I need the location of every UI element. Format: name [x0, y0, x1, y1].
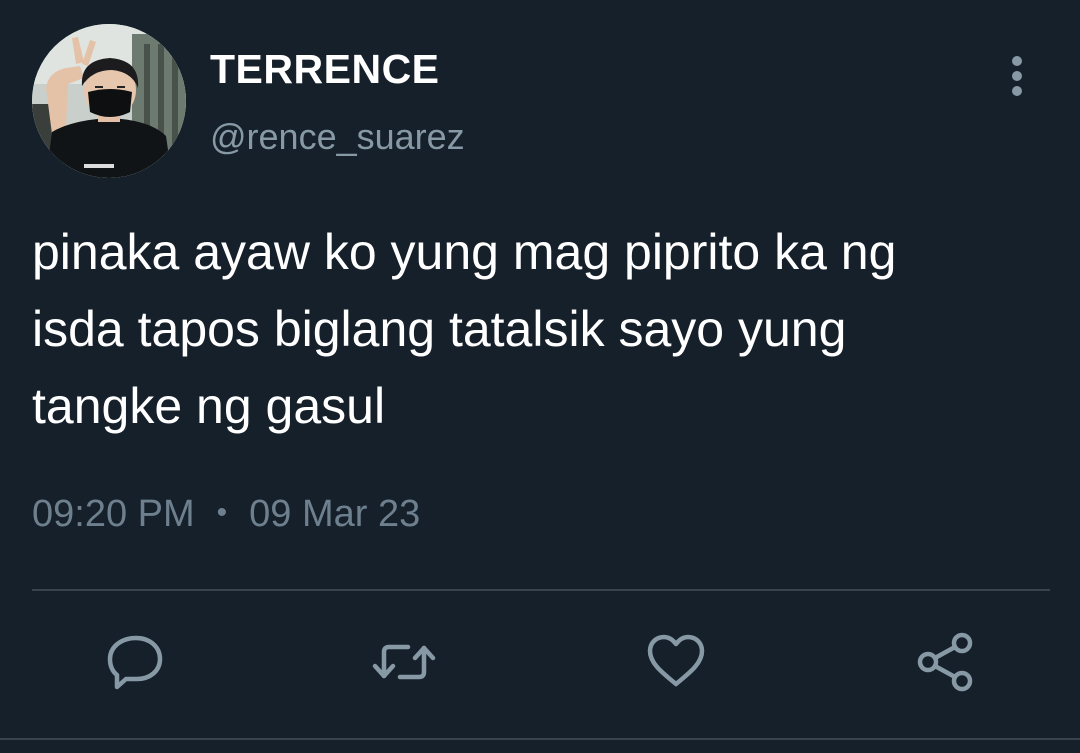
heart-icon	[647, 634, 705, 687]
tweet-date: 09 Mar 23	[249, 493, 421, 535]
tweet-time: 09:20 PM	[32, 493, 195, 535]
meta-separator: •	[216, 496, 228, 529]
like-button[interactable]	[644, 630, 708, 694]
more-vertical-icon	[1012, 56, 1022, 96]
avatar[interactable]	[32, 24, 186, 178]
tweet-text: pinaka ayaw ko yung mag piprito ka ng is…	[32, 224, 897, 434]
share-icon	[917, 632, 973, 692]
tweet-timestamp[interactable]: 09:20 PM • 09 Mar 23	[32, 488, 420, 539]
author-handle[interactable]: @rence_suarez	[210, 114, 465, 160]
share-button[interactable]	[914, 630, 978, 694]
reply-icon	[107, 635, 163, 690]
reply-button[interactable]	[104, 630, 168, 694]
tweet-card: TERRENCE @rence_suarez pinaka ayaw ko yu…	[0, 0, 1080, 753]
more-options-button[interactable]	[996, 52, 1038, 100]
bottom-divider	[0, 738, 1080, 740]
author-name[interactable]: TERRENCE	[210, 44, 440, 94]
retweet-button[interactable]	[372, 630, 436, 694]
divider	[32, 589, 1050, 591]
retweet-icon	[372, 644, 436, 680]
